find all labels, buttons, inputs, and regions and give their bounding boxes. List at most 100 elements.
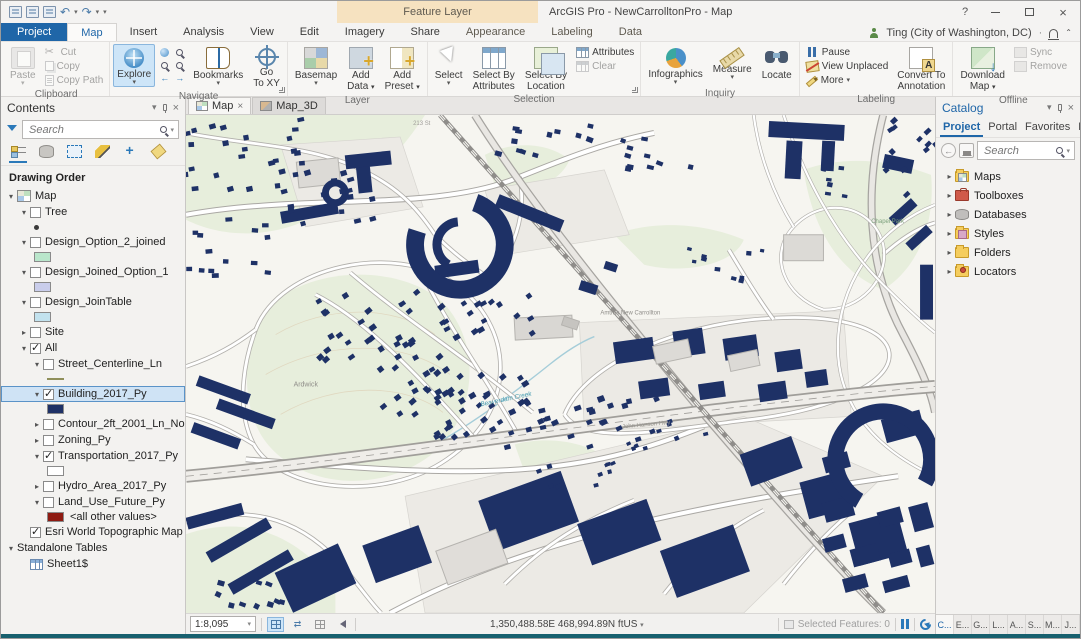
contents-tab-edit[interactable] — [93, 145, 111, 163]
expander-icon[interactable]: ▾ — [18, 298, 30, 307]
ribbon-tab-map[interactable]: Map — [67, 23, 116, 41]
layer-row[interactable]: ▾ Design_JoinTable — [1, 294, 185, 310]
qat-customize-icon[interactable]: ▾ — [103, 8, 107, 16]
docked-pane-tab[interactable]: M... — [1044, 615, 1062, 634]
ribbon-tab-project[interactable]: Project — [1, 23, 67, 41]
add-data-button[interactable]: AddData ▾ — [343, 44, 378, 94]
layer-symbol-row[interactable] — [1, 310, 185, 324]
layer-label[interactable]: Transportation_2017_Py — [58, 450, 178, 462]
layer-visibility-checkbox[interactable] — [43, 481, 54, 492]
catalog-item-folders[interactable]: ▸Folders — [936, 243, 1080, 262]
default-extent-button[interactable] — [267, 617, 284, 632]
layer-symbol-row[interactable]: <all other values> — [1, 510, 185, 524]
expander-icon[interactable]: ▾ — [18, 208, 30, 217]
layer-label[interactable]: Zoning_Py — [58, 434, 111, 446]
expander-icon[interactable]: ▾ — [18, 238, 30, 247]
select-button[interactable]: Select▾ — [431, 44, 467, 88]
layer-row[interactable]: ▾Standalone Tables — [1, 540, 185, 556]
layer-symbol-swatch[interactable] — [34, 225, 39, 230]
navigate-dialog-launcher-icon[interactable] — [279, 87, 285, 93]
expander-icon[interactable]: ▸ — [31, 482, 43, 491]
contents-tab-sel[interactable] — [65, 145, 83, 163]
layer-symbol-row[interactable] — [1, 372, 185, 386]
layer-symbol-swatch[interactable] — [47, 404, 64, 414]
catalog-item-styles[interactable]: ▸Styles — [936, 224, 1080, 243]
layer-label[interactable]: Design_JoinTable — [45, 296, 132, 308]
expander-icon[interactable]: ▾ — [31, 360, 43, 369]
layer-row[interactable]: ▾Street_Centerline_Ln — [1, 356, 185, 372]
catalog-item-locators[interactable]: ▸Locators — [936, 262, 1080, 281]
layer-label[interactable]: Land_Use_Future_Py — [58, 496, 165, 508]
contents-pin-icon[interactable] — [163, 104, 167, 111]
copy-path-button[interactable]: Copy Path — [42, 73, 107, 87]
download-map-button[interactable]: DownloadMap ▾ — [956, 44, 1008, 94]
open-project-icon[interactable] — [26, 6, 39, 18]
layer-label[interactable]: Design_Option_2_joined — [45, 236, 165, 248]
layer-visibility-checkbox[interactable] — [43, 419, 54, 430]
layer-symbol-row[interactable] — [1, 250, 185, 264]
contents-search-input[interactable] — [27, 123, 160, 137]
catalog-back-button[interactable]: ← — [941, 143, 956, 158]
new-project-icon[interactable] — [43, 6, 56, 18]
layer-label[interactable]: Contour_2ft_2001_Ln_North — [58, 418, 185, 430]
layer-label[interactable]: Map — [35, 190, 56, 202]
docked-pane-tab[interactable]: C... — [936, 615, 954, 634]
undo-dropdown-icon[interactable]: ▾ — [74, 8, 78, 16]
layer-row[interactable]: ▾Land_Use_Future_Py — [1, 494, 185, 510]
contents-tab-snap[interactable] — [121, 145, 139, 163]
fixed-zoom-out-button[interactable] — [158, 59, 171, 71]
clear-button[interactable]: Clear — [573, 59, 637, 73]
docked-pane-tab[interactable]: G... — [972, 615, 990, 634]
layer-symbol-swatch[interactable] — [47, 466, 64, 476]
filter-icon[interactable] — [7, 125, 18, 135]
catalog-pin-icon[interactable] — [1058, 104, 1062, 111]
infographics-button[interactable]: Infographics▾ — [644, 44, 706, 87]
catalog-item-databases[interactable]: ▸Databases — [936, 205, 1080, 224]
docked-pane-tab[interactable]: A... — [1008, 615, 1026, 634]
pause-labeling-button[interactable]: Pause — [803, 45, 892, 59]
expander-icon[interactable]: ▸ — [18, 328, 30, 337]
expander-icon[interactable]: ▸ — [944, 172, 955, 181]
convert-to-annotation-button[interactable]: Convert ToAnnotation — [893, 44, 949, 93]
layer-row[interactable]: ▾ Transportation_2017_Py — [1, 448, 185, 464]
contents-tab-label[interactable] — [149, 145, 167, 163]
paste-button[interactable]: Paste▾ — [6, 44, 40, 88]
layer-symbol-swatch[interactable] — [34, 252, 51, 262]
expander-icon[interactable]: ▾ — [5, 544, 17, 553]
previous-extent-button[interactable]: ← — [158, 72, 171, 84]
expander-icon[interactable]: ▾ — [31, 452, 43, 461]
view-sync-button[interactable]: ⇄ — [289, 617, 306, 632]
signed-in-user[interactable]: Ting (City of Washington, DC) — [886, 27, 1031, 39]
ribbon-tab-labeling[interactable]: Labeling — [538, 23, 606, 41]
notifications-icon[interactable] — [1049, 29, 1058, 38]
layer-visibility-checkbox[interactable] — [43, 389, 54, 400]
layer-visibility-checkbox[interactable] — [43, 359, 54, 370]
layer-visibility-checkbox[interactable] — [30, 267, 41, 278]
maximize-button[interactable] — [1012, 1, 1046, 23]
full-extent-button[interactable] — [158, 46, 171, 58]
layer-symbol-row[interactable] — [1, 220, 185, 234]
pause-drawing-button[interactable] — [901, 619, 909, 629]
layer-row[interactable]: ▸ Contour_2ft_2001_Ln_North — [1, 416, 185, 432]
catalog-item-maps[interactable]: ▸Maps — [936, 167, 1080, 186]
layer-label[interactable]: Design_Joined_Option_1 — [45, 266, 169, 278]
catalog-item-toolboxes[interactable]: ▸Toolboxes — [936, 186, 1080, 205]
selection-dialog-launcher-icon[interactable] — [632, 87, 638, 93]
layer-visibility-checkbox[interactable] — [43, 497, 54, 508]
layer-label[interactable]: Tree — [45, 206, 67, 218]
close-button[interactable]: × — [1046, 1, 1080, 23]
save-project-icon[interactable] — [9, 6, 22, 18]
remove-button[interactable]: Remove — [1011, 59, 1070, 73]
layer-visibility-checkbox[interactable] — [30, 527, 41, 538]
layer-label[interactable]: All — [45, 342, 57, 354]
expander-icon[interactable]: ▸ — [31, 420, 43, 429]
collapse-ribbon-icon[interactable]: ⌃ — [1065, 28, 1072, 37]
ribbon-tab-edit[interactable]: Edit — [287, 23, 332, 41]
layer-label[interactable]: Building_2017_Py — [58, 388, 147, 400]
coordinate-readout[interactable]: 1,350,488.58E 468,994.89N ftUS ▾ — [361, 619, 773, 630]
layer-row[interactable]: ▾Building_2017_Py — [1, 386, 185, 402]
ribbon-tab-analysis[interactable]: Analysis — [170, 23, 237, 41]
layer-visibility-checkbox[interactable] — [43, 435, 54, 446]
layer-visibility-checkbox[interactable] — [30, 343, 41, 354]
add-preset-button[interactable]: AddPreset ▾ — [381, 44, 424, 94]
